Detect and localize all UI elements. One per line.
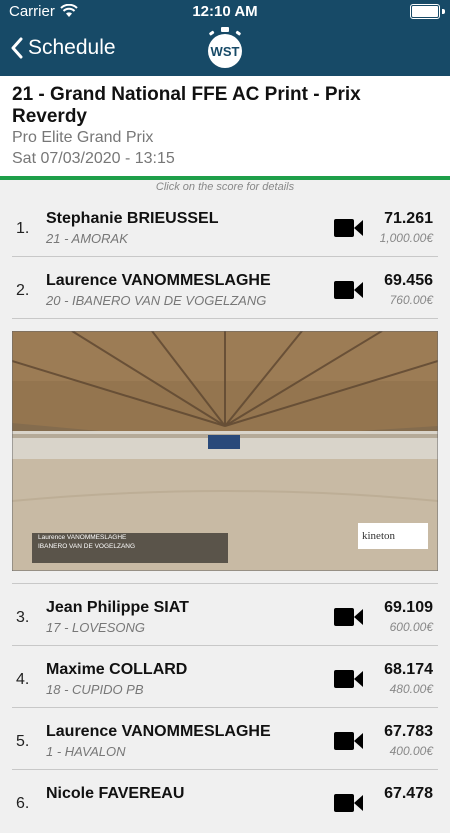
navigation-bar: Carrier 12:10 AM Schedule WST [0,0,450,76]
stopwatch-logo-icon: WST [208,27,242,68]
rider-name: Laurence VANOMMESLAGHE [46,723,271,740]
event-title: 21 - Grand National FFE AC Print - Prix … [12,84,361,127]
prize-money: 480.00€ [389,682,433,696]
score[interactable]: 71.261 [384,210,433,228]
row-divider [12,645,438,646]
horse-name: 21 - AMORAK [46,231,128,246]
rider-name: Laurence VANOMMESLAGHE [46,272,271,289]
rider-name: Nicole FAVEREAU [46,785,185,802]
rank: 1. [16,220,30,237]
score[interactable]: 67.478 [384,785,433,803]
video-overlay-rider: Laurence VANOMMESLAGHE [38,534,127,541]
video-camera-icon[interactable] [334,793,364,818]
video-camera-icon[interactable] [334,731,364,756]
video-camera-icon[interactable] [334,669,364,694]
rider-name: Stephanie BRIEUSSEL [46,210,219,227]
result-row[interactable]: 5. Laurence VANOMMESLAGHE 1 - HAVALON 67.78… [0,709,450,771]
row-divider [12,318,438,319]
rider-name: Maxime COLLARD [46,661,188,678]
chevron-left-icon [11,37,23,59]
prize-money: 760.00€ [389,293,433,307]
prize-money: 1,000.00€ [379,231,433,245]
row-divider [12,769,438,770]
horse-name: 18 - CUPIDO PB [46,682,144,697]
event-subtitle: Pro Elite Grand Prix [12,129,154,146]
back-label: Schedule [28,36,116,59]
result-row[interactable]: 6. Nicole FAVEREAU 67.478 [0,771,450,833]
video-camera-icon[interactable] [334,607,364,632]
prize-money: 600.00€ [389,620,433,634]
result-row[interactable]: 2. Laurence VANOMMESLAGHE 20 - IBANERO VAN… [0,258,450,320]
video-overlay-horse: IBANERO VAN DE VOGELZANG [38,543,136,550]
logo-text: WST [211,44,240,59]
row-divider [12,256,438,257]
score[interactable]: 69.456 [384,272,433,290]
row-divider [12,583,438,584]
video-player[interactable]: Laurence VANOMMESLAGHE IBANERO VAN DE VO… [12,331,438,571]
rank: 3. [16,609,30,626]
rank: 5. [16,733,30,750]
horse-name: 20 - IBANERO VAN DE VOGELZANG [46,293,267,308]
rank: 4. [16,671,30,688]
score-hint: Click on the score for details [155,181,295,193]
prize-money: 400.00€ [389,744,433,758]
battery-tip [442,9,445,14]
status-bar: Carrier 12:10 AM [0,0,450,24]
score[interactable]: 69.109 [384,599,433,617]
score[interactable]: 67.783 [384,723,433,741]
rider-name: Jean Philippe SIAT [46,599,189,616]
row-divider [12,707,438,708]
score[interactable]: 68.174 [384,661,433,679]
result-row[interactable]: 1. Stephanie BRIEUSSEL 21 - AMORAK 71.261 1,… [0,196,450,258]
result-row[interactable]: 4. Maxime COLLARD 18 - CUPIDO PB 68.174 480.… [0,647,450,709]
back-button[interactable]: Schedule [10,36,116,60]
video-rider-overlay: Laurence VANOMMESLAGHE IBANERO VAN DE VO… [32,533,228,563]
event-header: 21 - Grand National FFE AC Print - Prix … [0,76,450,180]
rank: 2. [16,282,30,299]
video-camera-icon[interactable] [334,280,364,305]
event-datetime: Sat 07/03/2020 - 13:15 [12,150,175,167]
horse-name: 17 - LOVESONG [46,620,145,635]
clock: 12:10 AM [192,3,258,20]
rank: 6. [16,795,30,812]
horse-name: 1 - HAVALON [46,744,126,759]
battery-icon [410,4,440,19]
video-brand-badge: kineton [358,523,428,549]
result-row[interactable]: 3. Jean Philippe SIAT 17 - LOVESONG 69.109 6… [0,585,450,647]
video-camera-icon[interactable] [334,218,364,243]
